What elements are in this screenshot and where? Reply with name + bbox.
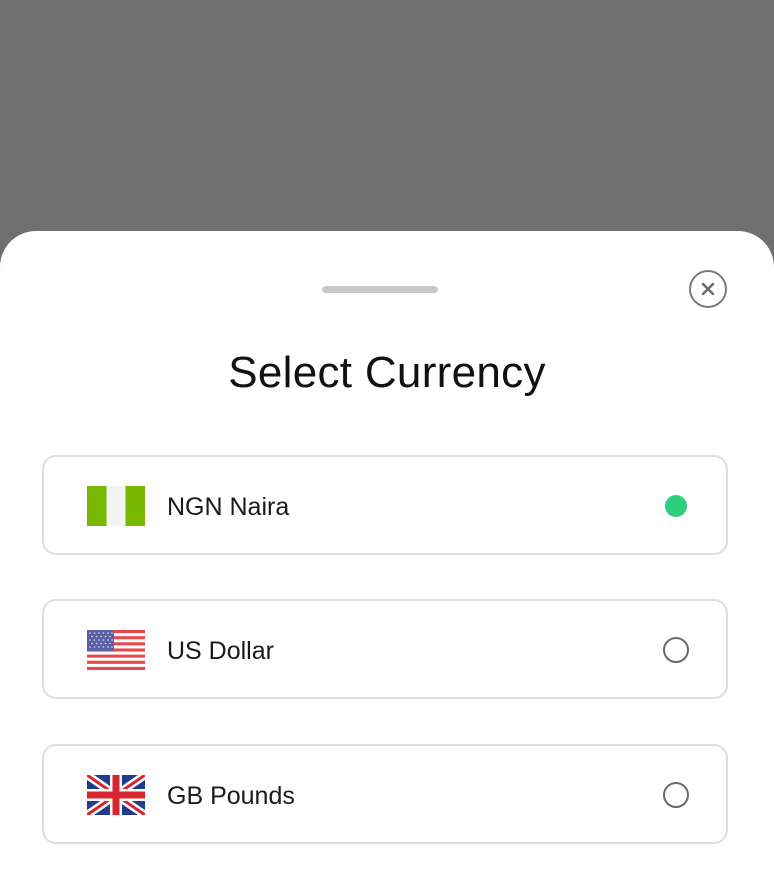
uk-flag-icon	[87, 775, 145, 815]
currency-bottom-sheet: Select Currency NGN Naira US Dollar GB P…	[0, 231, 774, 882]
currency-label: NGN Naira	[167, 493, 290, 521]
close-button[interactable]	[689, 270, 727, 308]
radio-unselected[interactable]	[663, 782, 689, 808]
currency-option-gbp[interactable]: GB Pounds	[42, 744, 728, 844]
currency-option-usd[interactable]: US Dollar	[42, 599, 728, 699]
sheet-title: Select Currency	[228, 348, 546, 397]
drag-handle[interactable]	[322, 286, 438, 293]
close-icon	[701, 282, 715, 296]
nigeria-flag-icon	[87, 486, 145, 526]
radio-selected[interactable]	[665, 495, 687, 517]
currency-label: GB Pounds	[167, 782, 295, 810]
radio-unselected[interactable]	[663, 637, 689, 663]
currency-option-ngn[interactable]: NGN Naira	[42, 455, 728, 555]
us-flag-icon	[87, 630, 145, 670]
currency-label: US Dollar	[167, 637, 274, 665]
